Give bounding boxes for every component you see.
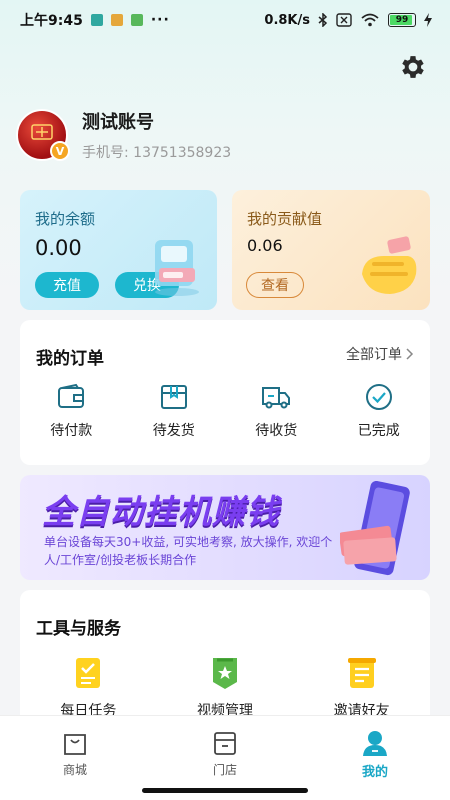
more-notifications-icon: ···	[150, 12, 170, 28]
tools-title: 工具与服务	[36, 619, 121, 639]
tool-daily-tasks[interactable]: 每日任务	[20, 656, 157, 720]
status-time: 上午9:45	[20, 13, 83, 29]
charging-icon	[424, 13, 432, 27]
order-pending-receipt[interactable]: 待收货	[225, 382, 328, 440]
order-label: 待发货	[152, 423, 195, 439]
order-status-list: 待付款 待发货 待收货 已完成	[20, 382, 430, 440]
network-speed: 0.8K/s	[264, 12, 310, 28]
package-icon	[160, 385, 187, 409]
order-label: 已完成	[357, 423, 400, 439]
store-icon	[214, 732, 236, 755]
promo-banner[interactable]: 全自动挂机赚钱 单台设备每天30+收益, 可实地考察, 放大操作, 欢迎个人/工…	[20, 475, 430, 580]
wifi-icon	[361, 13, 379, 27]
order-label: 待付款	[50, 423, 93, 439]
orders-card: 我的订单 全部订单 待付款 待发货 待收货 已完成	[20, 320, 430, 465]
truck-icon	[262, 387, 291, 409]
avatar[interactable]: V	[16, 109, 70, 161]
nav-tab-mine[interactable]: 我的	[300, 716, 450, 800]
phone-money-illustration-icon	[340, 481, 410, 576]
profile-section[interactable]: V 测试账号 手机号: 13751358923	[16, 108, 231, 162]
shield-notify-icon	[90, 14, 103, 26]
orders-title: 我的订单	[36, 349, 104, 369]
invite-icon	[347, 658, 376, 688]
nav-label: 商城	[62, 763, 87, 777]
app-notify-icon	[110, 14, 123, 26]
banner-text: 单台设备每天30+收益, 可实地考察, 放大操作, 欢迎个人/工作室/创投老板长…	[44, 535, 333, 567]
message-notify-icon	[130, 14, 143, 26]
balance-title: 我的余额	[35, 210, 96, 228]
battery-level: 99	[395, 15, 409, 25]
avatar-gold-emblem-icon	[31, 124, 53, 140]
balance-value: 0.00	[35, 236, 82, 260]
status-right: 0.8K/s 99	[264, 13, 432, 28]
nav-tab-mall[interactable]: 商城	[0, 716, 150, 800]
view-contribution-button[interactable]: 查看	[246, 272, 304, 298]
status-bar: 上午9:45 ··· 0.8K/s 99	[0, 0, 450, 40]
contribution-card[interactable]: 我的贡献值 0.06 查看	[232, 190, 430, 310]
check-circle-icon	[365, 384, 392, 410]
coin-hand-illustration-icon	[362, 236, 417, 294]
profile-text: 测试账号 手机号: 13751358923	[82, 108, 231, 162]
video-badge-icon	[213, 658, 237, 689]
balance-card[interactable]: 我的余额 0.00 充值 兑换	[20, 190, 217, 310]
banner-title: 全自动挂机赚钱	[42, 492, 280, 531]
nav-label: 门店	[212, 763, 237, 777]
order-pending-shipment[interactable]: 待发货	[123, 382, 226, 440]
bag-icon	[64, 734, 86, 755]
wallet-icon	[58, 383, 85, 408]
settings-gear-icon[interactable]	[398, 52, 428, 82]
home-indicator[interactable]	[142, 788, 308, 793]
status-left: 上午9:45 ···	[20, 10, 170, 30]
tools-card: 工具与服务 每日任务 视频管理 邀请好友	[20, 590, 430, 730]
bluetooth-icon	[318, 13, 328, 27]
battery-icon: 99	[388, 13, 416, 27]
sim-off-icon	[336, 13, 352, 27]
phone-number: 手机号: 13751358923	[82, 145, 232, 161]
order-pending-payment[interactable]: 待付款	[20, 382, 123, 440]
contribution-title: 我的贡献值	[247, 210, 323, 228]
nav-label: 我的	[361, 765, 388, 780]
chevron-right-icon	[406, 348, 414, 360]
all-orders-link[interactable]: 全部订单	[346, 344, 414, 364]
wallet-illustration-icon	[155, 240, 199, 296]
order-label: 待收货	[255, 423, 298, 439]
tool-video-management[interactable]: 视频管理	[157, 656, 294, 720]
account-name: 测试账号	[82, 112, 154, 133]
contribution-value: 0.06	[247, 236, 283, 255]
all-orders-label: 全部订单	[346, 347, 402, 363]
tool-list: 每日任务 视频管理 邀请好友	[20, 656, 430, 720]
vip-badge-icon: V	[50, 141, 70, 161]
recharge-button[interactable]: 充值	[35, 272, 99, 298]
tool-invite-friends[interactable]: 邀请好友	[293, 656, 430, 720]
task-icon	[76, 658, 101, 688]
user-icon	[363, 731, 387, 756]
order-completed[interactable]: 已完成	[328, 382, 431, 440]
